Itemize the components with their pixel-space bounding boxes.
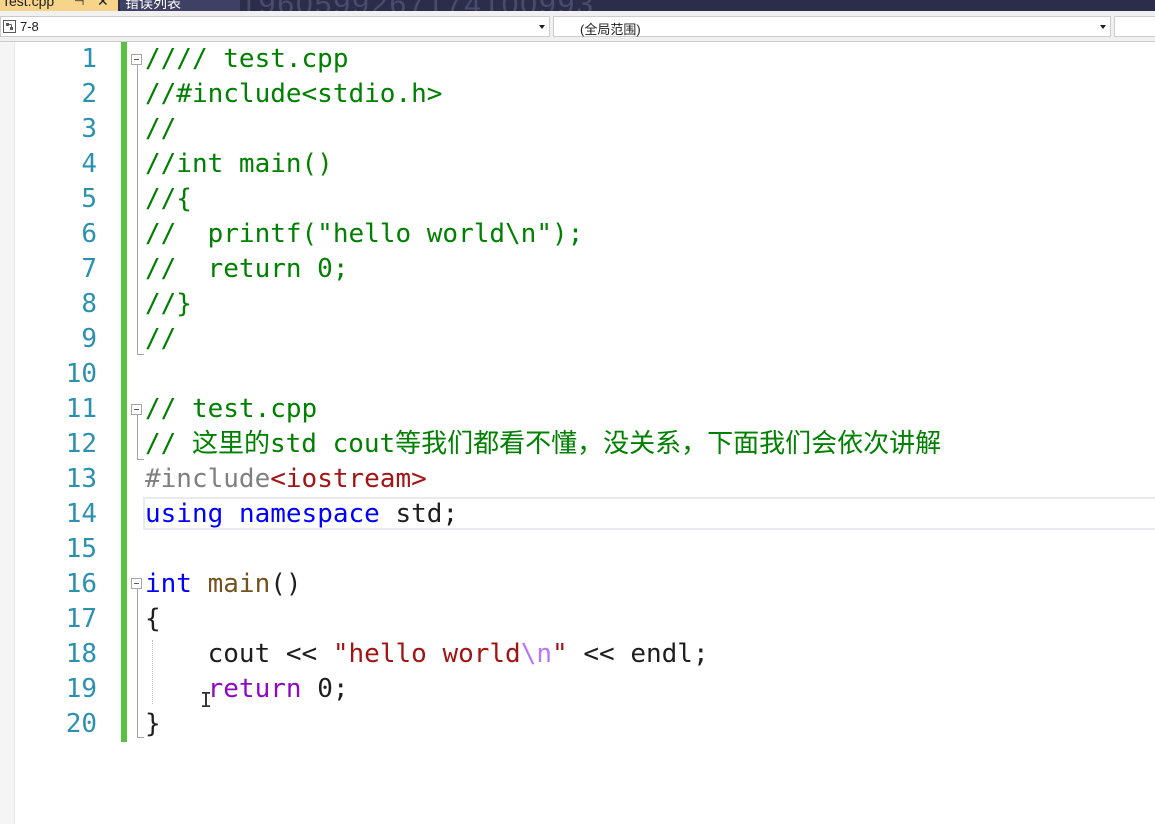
keyword-int: int: [145, 569, 192, 599]
fold-guide-end: [137, 459, 144, 460]
code-line-7[interactable]: // return 0;: [145, 252, 349, 287]
line-number: 15: [65, 534, 97, 564]
chevron-down-icon[interactable]: [1100, 25, 1106, 29]
member-dropdown[interactable]: [1114, 16, 1155, 37]
line-number: 12: [65, 429, 97, 459]
fold-toggle-icon[interactable]: [131, 404, 142, 415]
code-line-8[interactable]: //}: [145, 287, 192, 322]
stream-operator: <<: [567, 639, 631, 669]
identifier-endl: endl: [630, 639, 693, 669]
tab-test-cpp-label: Test.cpp: [2, 0, 55, 9]
code-line-6[interactable]: // printf("hello world\n");: [145, 217, 583, 252]
fold-toggle-icon[interactable]: [131, 54, 142, 65]
code-line-14[interactable]: using namespace std;: [145, 497, 458, 532]
namespace-name: std;: [379, 499, 459, 529]
return-value: 0;: [301, 674, 349, 704]
fold-guide: [137, 65, 138, 354]
line-number: 9: [81, 324, 97, 354]
watermark-text: 1960599267174100993: [240, 0, 595, 11]
keyword-namespace: namespace: [238, 499, 380, 529]
project-dropdown-value: 7-8: [20, 19, 39, 34]
project-dropdown[interactable]: 7-8: [0, 16, 550, 37]
tab-test-cpp[interactable]: Test.cpp ⊣ ✕: [0, 0, 118, 11]
line-number: 10: [65, 359, 97, 389]
line-number: 7: [81, 254, 97, 284]
line-number: 8: [81, 289, 97, 319]
navigation-bar: 7-8 (全局范围): [0, 11, 1155, 42]
code-line-2[interactable]: //#include<stdio.h>: [145, 77, 442, 112]
chevron-down-icon[interactable]: [539, 25, 545, 29]
line-number: 19: [65, 674, 97, 704]
line-number: 16: [65, 569, 97, 599]
text-cursor-icon: I: [200, 688, 213, 712]
code-line-11[interactable]: // test.cpp: [145, 392, 317, 427]
fold-guide-end: [137, 737, 144, 738]
tab-error-list[interactable]: 错误列表: [120, 0, 240, 11]
change-tracking-bar: [121, 42, 127, 742]
line-number: 17: [65, 604, 97, 634]
line-number: 13: [65, 464, 97, 494]
fold-guide-end: [137, 354, 144, 355]
line-number: 20: [65, 709, 97, 739]
string-literal-end: ": [552, 639, 568, 669]
code-line-17[interactable]: {: [145, 602, 161, 637]
code-line-3[interactable]: //: [145, 112, 176, 147]
string-literal: "hello world: [332, 639, 521, 669]
code-line-4[interactable]: //int main(): [145, 147, 333, 182]
fold-guide: [137, 589, 138, 737]
fold-guide: [137, 415, 138, 459]
fold-toggle-icon[interactable]: [131, 578, 142, 589]
line-number: 3: [81, 114, 97, 144]
line-number: 6: [81, 219, 97, 249]
escape-sequence: \n: [520, 639, 553, 669]
scope-dropdown-value: (全局范围): [580, 22, 641, 37]
code-line-9[interactable]: //: [145, 322, 176, 357]
keyword-using: using: [145, 499, 224, 529]
code-line-18[interactable]: cout << "hello world\n" << endl;: [145, 637, 709, 672]
semicolon: ;: [692, 639, 709, 669]
line-number: 5: [81, 184, 97, 214]
line-number: 2: [81, 79, 97, 109]
include-file: <iostream>: [270, 464, 427, 494]
tab-error-list-label: 错误列表: [125, 0, 181, 11]
close-icon[interactable]: ✕: [97, 0, 109, 10]
scope-dropdown[interactable]: (全局范围): [553, 16, 1111, 37]
code-line-19[interactable]: return 0;: [145, 672, 349, 707]
code-line-16[interactable]: int main(): [145, 567, 302, 602]
code-editor[interactable]: 1 2 3 4 5 6 7 8 9 10 11 12 13 14 15 16 1…: [0, 42, 1155, 824]
code-line-5[interactable]: //{: [145, 182, 192, 217]
keyword-return: return: [207, 674, 302, 704]
pin-icon[interactable]: ⊣: [74, 0, 84, 8]
line-number: 14: [65, 499, 97, 529]
code-line-1[interactable]: //// test.cpp: [145, 42, 349, 77]
line-number: 11: [65, 394, 97, 424]
preprocessor-directive: #include: [145, 464, 271, 494]
line-number: 1: [81, 44, 97, 74]
identifier-cout: cout: [207, 639, 271, 669]
function-name: main: [207, 569, 271, 599]
glyph-margin: [0, 42, 15, 824]
stream-operator: <<: [270, 639, 333, 669]
document-tab-strip: Test.cpp ⊣ ✕ 错误列表 1960599267174100993: [0, 0, 1155, 11]
parentheses: (): [270, 569, 302, 599]
line-number: 4: [81, 149, 97, 179]
code-line-20[interactable]: }: [145, 707, 161, 742]
project-icon: [3, 20, 16, 33]
line-number: 18: [65, 639, 97, 669]
code-line-12[interactable]: // 这里的std cout等我们都看不懂，没关系，下面我们会依次讲解: [145, 427, 941, 462]
code-line-13[interactable]: #include<iostream>: [145, 462, 427, 497]
